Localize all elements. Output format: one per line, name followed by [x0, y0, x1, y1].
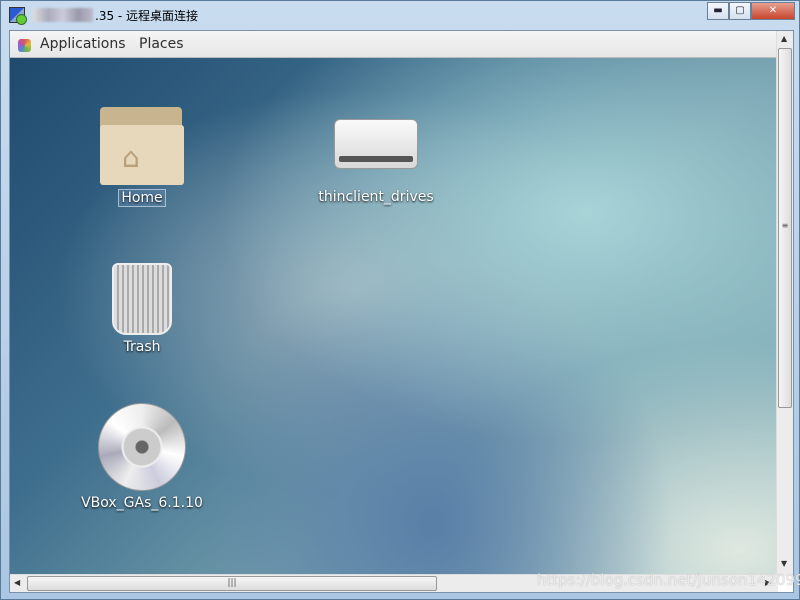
drive-icon [334, 119, 418, 169]
trash-icon [112, 263, 172, 335]
icon-label: Home [118, 189, 166, 207]
horizontal-scroll-thumb[interactable]: ||| [27, 576, 437, 591]
desktop-icon-thinclient-drives[interactable]: thinclient_drives [311, 105, 441, 205]
rdp-window: .35 - 远程桌面连接 ▬ ▢ ✕ Applications Places ⌂… [0, 0, 800, 600]
desktop: ⌂ Home thinclient_drives Trash VBox_GAs_… [10, 58, 778, 576]
gnome-top-bar: Applications Places [10, 31, 778, 58]
icon-label: Trash [123, 339, 161, 355]
vertical-scroll-thumb[interactable]: ≡ [778, 48, 792, 408]
cd-icon [98, 403, 186, 491]
icon-label: VBox_GAs_6.1.10 [81, 495, 203, 511]
minimize-button[interactable]: ▬ [707, 2, 729, 20]
desktop-icon-vbox-cd[interactable]: VBox_GAs_6.1.10 [77, 403, 207, 511]
maximize-button[interactable]: ▢ [729, 2, 751, 20]
desktop-icon-trash[interactable]: Trash [77, 263, 207, 355]
vertical-scrollbar[interactable]: ▲ ≡ ▼ [776, 31, 793, 576]
window-title: .35 - 远程桌面连接 [95, 9, 199, 23]
redacted-host [33, 8, 93, 22]
places-menu[interactable]: Places [139, 36, 184, 52]
close-button[interactable]: ✕ [751, 2, 795, 20]
watermark: https://blog.csdn.net/Junson142099 [537, 571, 800, 589]
icon-label: thinclient_drives [318, 189, 434, 205]
applications-menu[interactable]: Applications [40, 36, 126, 52]
title-bar: .35 - 远程桌面连接 ▬ ▢ ✕ [1, 1, 800, 29]
remote-desktop-icon [9, 7, 27, 25]
home-folder-icon: ⌂ [100, 105, 184, 185]
remote-screen: Applications Places ⌂ Home thinclient_dr… [9, 30, 794, 593]
desktop-icon-home[interactable]: ⌂ Home [77, 105, 207, 207]
gnome-foot-icon [18, 39, 31, 52]
